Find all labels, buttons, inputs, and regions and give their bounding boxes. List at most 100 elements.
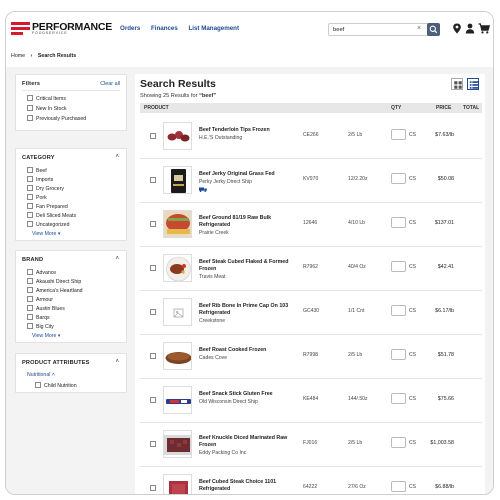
filter-option-previously-purchased[interactable]: Previously Purchased xyxy=(27,115,86,122)
brand-option[interactable]: Advance xyxy=(27,269,56,276)
checkbox[interactable] xyxy=(27,305,33,311)
product-image[interactable] xyxy=(163,386,192,414)
product-name[interactable]: Beef Rib Bone In Prime Cap On 103 Refrig… xyxy=(199,303,297,317)
brand-option[interactable]: Akaushi Direct Ship xyxy=(27,278,81,285)
category-option[interactable]: Dry Grocery xyxy=(27,185,64,192)
location-pin-icon[interactable] xyxy=(452,23,462,34)
brand-option[interactable]: America's Heartland xyxy=(27,287,83,294)
checkbox[interactable] xyxy=(27,278,33,284)
category-option[interactable]: Fan Prepared xyxy=(27,203,68,210)
performance-foodservice-logo[interactable]: PERFORMANCE FOODSERVICE xyxy=(11,21,112,36)
quantity-input[interactable] xyxy=(391,305,406,316)
checkbox[interactable] xyxy=(27,269,33,275)
brand-option[interactable]: Austin Blues xyxy=(27,305,65,312)
checkbox[interactable] xyxy=(27,95,33,101)
checkbox[interactable] xyxy=(27,203,33,209)
nav-list-management[interactable]: List Management xyxy=(188,25,239,32)
checkbox[interactable] xyxy=(27,115,33,121)
brand-option[interactable]: Big City xyxy=(27,323,54,330)
quantity-input[interactable] xyxy=(391,349,406,360)
product-image[interactable] xyxy=(163,342,192,370)
product-select-checkbox[interactable] xyxy=(150,441,156,447)
breadcrumb-home[interactable]: Home xyxy=(11,53,25,59)
category-option[interactable]: Uncategorized xyxy=(27,221,69,228)
chevron-up-icon[interactable]: ˄ xyxy=(115,256,119,262)
product-select-checkbox[interactable] xyxy=(150,397,156,403)
chevron-up-icon[interactable]: ˄ xyxy=(115,359,119,365)
product-select-checkbox[interactable] xyxy=(150,485,156,491)
product-select-checkbox[interactable] xyxy=(150,265,156,271)
product-row: Beef Tenderloin Tips Frozen H.E.'S Outsta… xyxy=(140,115,482,159)
checkbox[interactable] xyxy=(27,221,33,227)
nutritional-toggle[interactable]: Nutritional ˄ xyxy=(27,372,55,378)
product-name[interactable]: Beef Roast Cooked Frozen xyxy=(199,347,297,354)
product-image[interactable] xyxy=(163,254,192,282)
quantity-input[interactable] xyxy=(391,173,406,184)
quantity-input[interactable] xyxy=(391,261,406,272)
option-label: Uncategorized xyxy=(36,222,70,228)
checkbox[interactable] xyxy=(27,194,33,200)
product-select-checkbox[interactable] xyxy=(150,221,156,227)
nav-finances[interactable]: Finances xyxy=(151,25,178,32)
product-code: R7962 xyxy=(303,264,319,270)
product-select-checkbox[interactable] xyxy=(150,133,156,139)
filter-option-new-in-stock[interactable]: New In Stock xyxy=(27,105,67,112)
product-image[interactable] xyxy=(163,474,192,494)
product-image[interactable] xyxy=(163,166,192,194)
quantity-input[interactable] xyxy=(391,437,406,448)
checkbox[interactable] xyxy=(27,287,33,293)
category-option[interactable]: Deli Sliced Meats xyxy=(27,212,76,219)
checkbox[interactable] xyxy=(27,314,33,320)
search-box: × xyxy=(328,23,440,36)
checkbox[interactable] xyxy=(27,176,33,182)
checkbox[interactable] xyxy=(27,296,33,302)
brand-view-more-link[interactable]: View More ▾ xyxy=(32,333,60,339)
clear-search-icon[interactable]: × xyxy=(417,25,421,32)
clear-all-link[interactable]: Clear all xyxy=(100,81,120,87)
product-name[interactable]: Beef Ground 81/19 Raw Bulk Refrigerated xyxy=(199,215,297,229)
shopping-cart-icon[interactable] xyxy=(478,23,490,34)
product-image[interactable] xyxy=(163,210,192,238)
checkbox[interactable] xyxy=(27,185,33,191)
grid-view-button[interactable] xyxy=(451,78,463,90)
product-name[interactable]: Beef Tenderloin Tips Frozen xyxy=(199,127,297,134)
category-view-more-link[interactable]: View More ▾ xyxy=(32,231,60,237)
account-user-icon[interactable] xyxy=(465,23,475,34)
category-option[interactable]: Imports xyxy=(27,176,53,183)
product-name[interactable]: Beef Snack Stick Gluten Free xyxy=(199,391,297,398)
product-brand: Cades Cove xyxy=(199,355,228,361)
category-option[interactable]: Pork xyxy=(27,194,47,201)
product-select-checkbox[interactable] xyxy=(150,353,156,359)
list-icon xyxy=(469,81,479,89)
checkbox[interactable] xyxy=(35,382,41,388)
product-price: $75.66 xyxy=(437,396,454,402)
checkbox[interactable] xyxy=(27,323,33,329)
nav-orders[interactable]: Orders xyxy=(120,25,140,32)
product-select-checkbox[interactable] xyxy=(150,177,156,183)
product-image[interactable] xyxy=(163,122,192,150)
category-option[interactable]: Beef xyxy=(27,167,47,174)
brand-option[interactable]: Armour xyxy=(27,296,53,303)
chevron-up-icon[interactable]: ˄ xyxy=(115,154,119,160)
attribute-option-child-nutrition[interactable]: Child Nutrition xyxy=(35,382,77,389)
checkbox[interactable] xyxy=(27,212,33,218)
quantity-input[interactable] xyxy=(391,217,406,228)
product-name[interactable]: Beef Jerky Original Grass Fed xyxy=(199,171,297,178)
product-image[interactable] xyxy=(163,298,192,326)
product-image[interactable] xyxy=(163,430,192,458)
product-name[interactable]: Beef Steak Cubed Flaked & Formed Frozen xyxy=(199,259,297,273)
search-input[interactable] xyxy=(333,25,413,35)
list-view-button[interactable] xyxy=(467,78,479,90)
product-name[interactable]: Beef Knuckle Diced Marinated Raw Frozen xyxy=(199,435,297,449)
quantity-input[interactable] xyxy=(391,129,406,140)
quantity-input[interactable] xyxy=(391,393,406,404)
checkbox[interactable] xyxy=(27,105,33,111)
filter-option-critical-items[interactable]: Critical Items xyxy=(27,95,66,102)
quantity-input[interactable] xyxy=(391,481,406,492)
checkbox[interactable] xyxy=(27,167,33,173)
product-select-checkbox[interactable] xyxy=(150,309,156,315)
search-button[interactable] xyxy=(427,23,440,36)
brand-option[interactable]: Barqs xyxy=(27,314,50,321)
attributes-title: PRODUCT ATTRIBUTES xyxy=(22,360,90,366)
product-name[interactable]: Beef Cubed Steak Choice 1101 Refrigerate… xyxy=(199,479,297,493)
